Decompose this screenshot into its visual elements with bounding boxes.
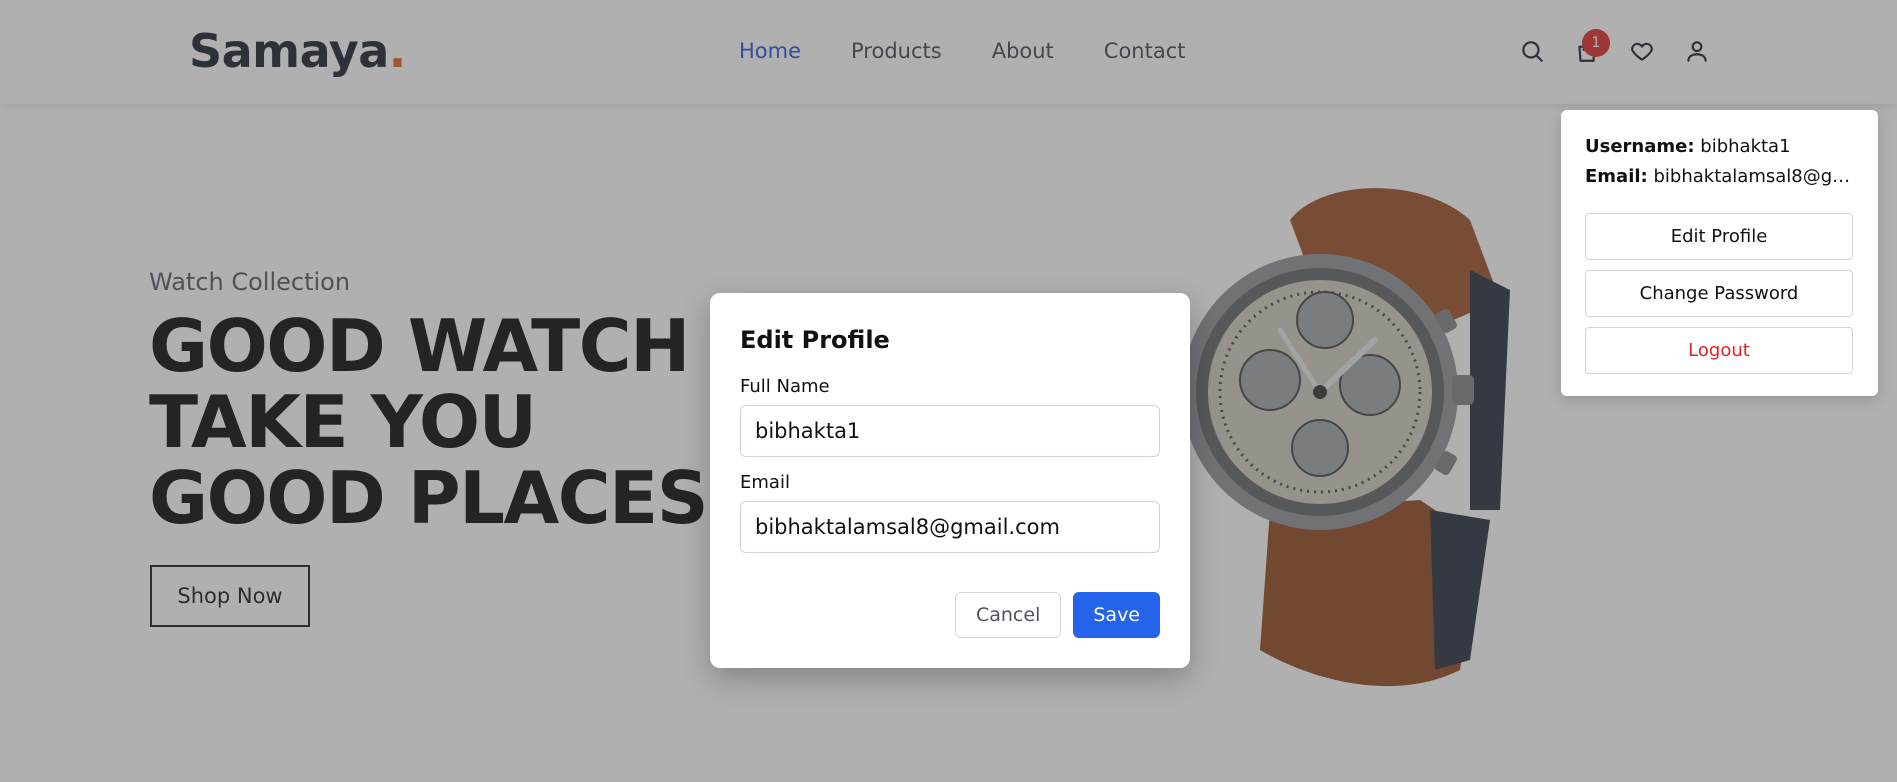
email-row: Email: bibhaktalamsal8@gm... — [1585, 162, 1854, 192]
cancel-button[interactable]: Cancel — [954, 592, 1062, 638]
email-input[interactable] — [740, 501, 1160, 553]
username-row: Username: bibhakta1 — [1585, 132, 1854, 162]
modal-actions: Cancel Save — [954, 592, 1160, 638]
logout-button[interactable]: Logout — [1585, 327, 1853, 374]
username-value: bibhakta1 — [1700, 136, 1791, 157]
full-name-label: Full Name — [740, 376, 830, 397]
save-button[interactable]: Save — [1073, 592, 1160, 638]
modal-title: Edit Profile — [740, 326, 890, 354]
account-dropdown: Username: bibhakta1 Email: bibhaktalamsa… — [1561, 110, 1878, 396]
full-name-input[interactable] — [740, 405, 1160, 457]
username-label: Username: — [1585, 136, 1695, 157]
edit-profile-button[interactable]: Edit Profile — [1585, 213, 1853, 260]
edit-profile-modal: Edit Profile Full Name Email Cancel Save — [710, 293, 1190, 668]
email-label: Email: — [1585, 166, 1648, 187]
email-value: bibhaktalamsal8@gm... — [1653, 166, 1854, 187]
email-field-label: Email — [740, 472, 790, 493]
change-password-button[interactable]: Change Password — [1585, 270, 1853, 317]
